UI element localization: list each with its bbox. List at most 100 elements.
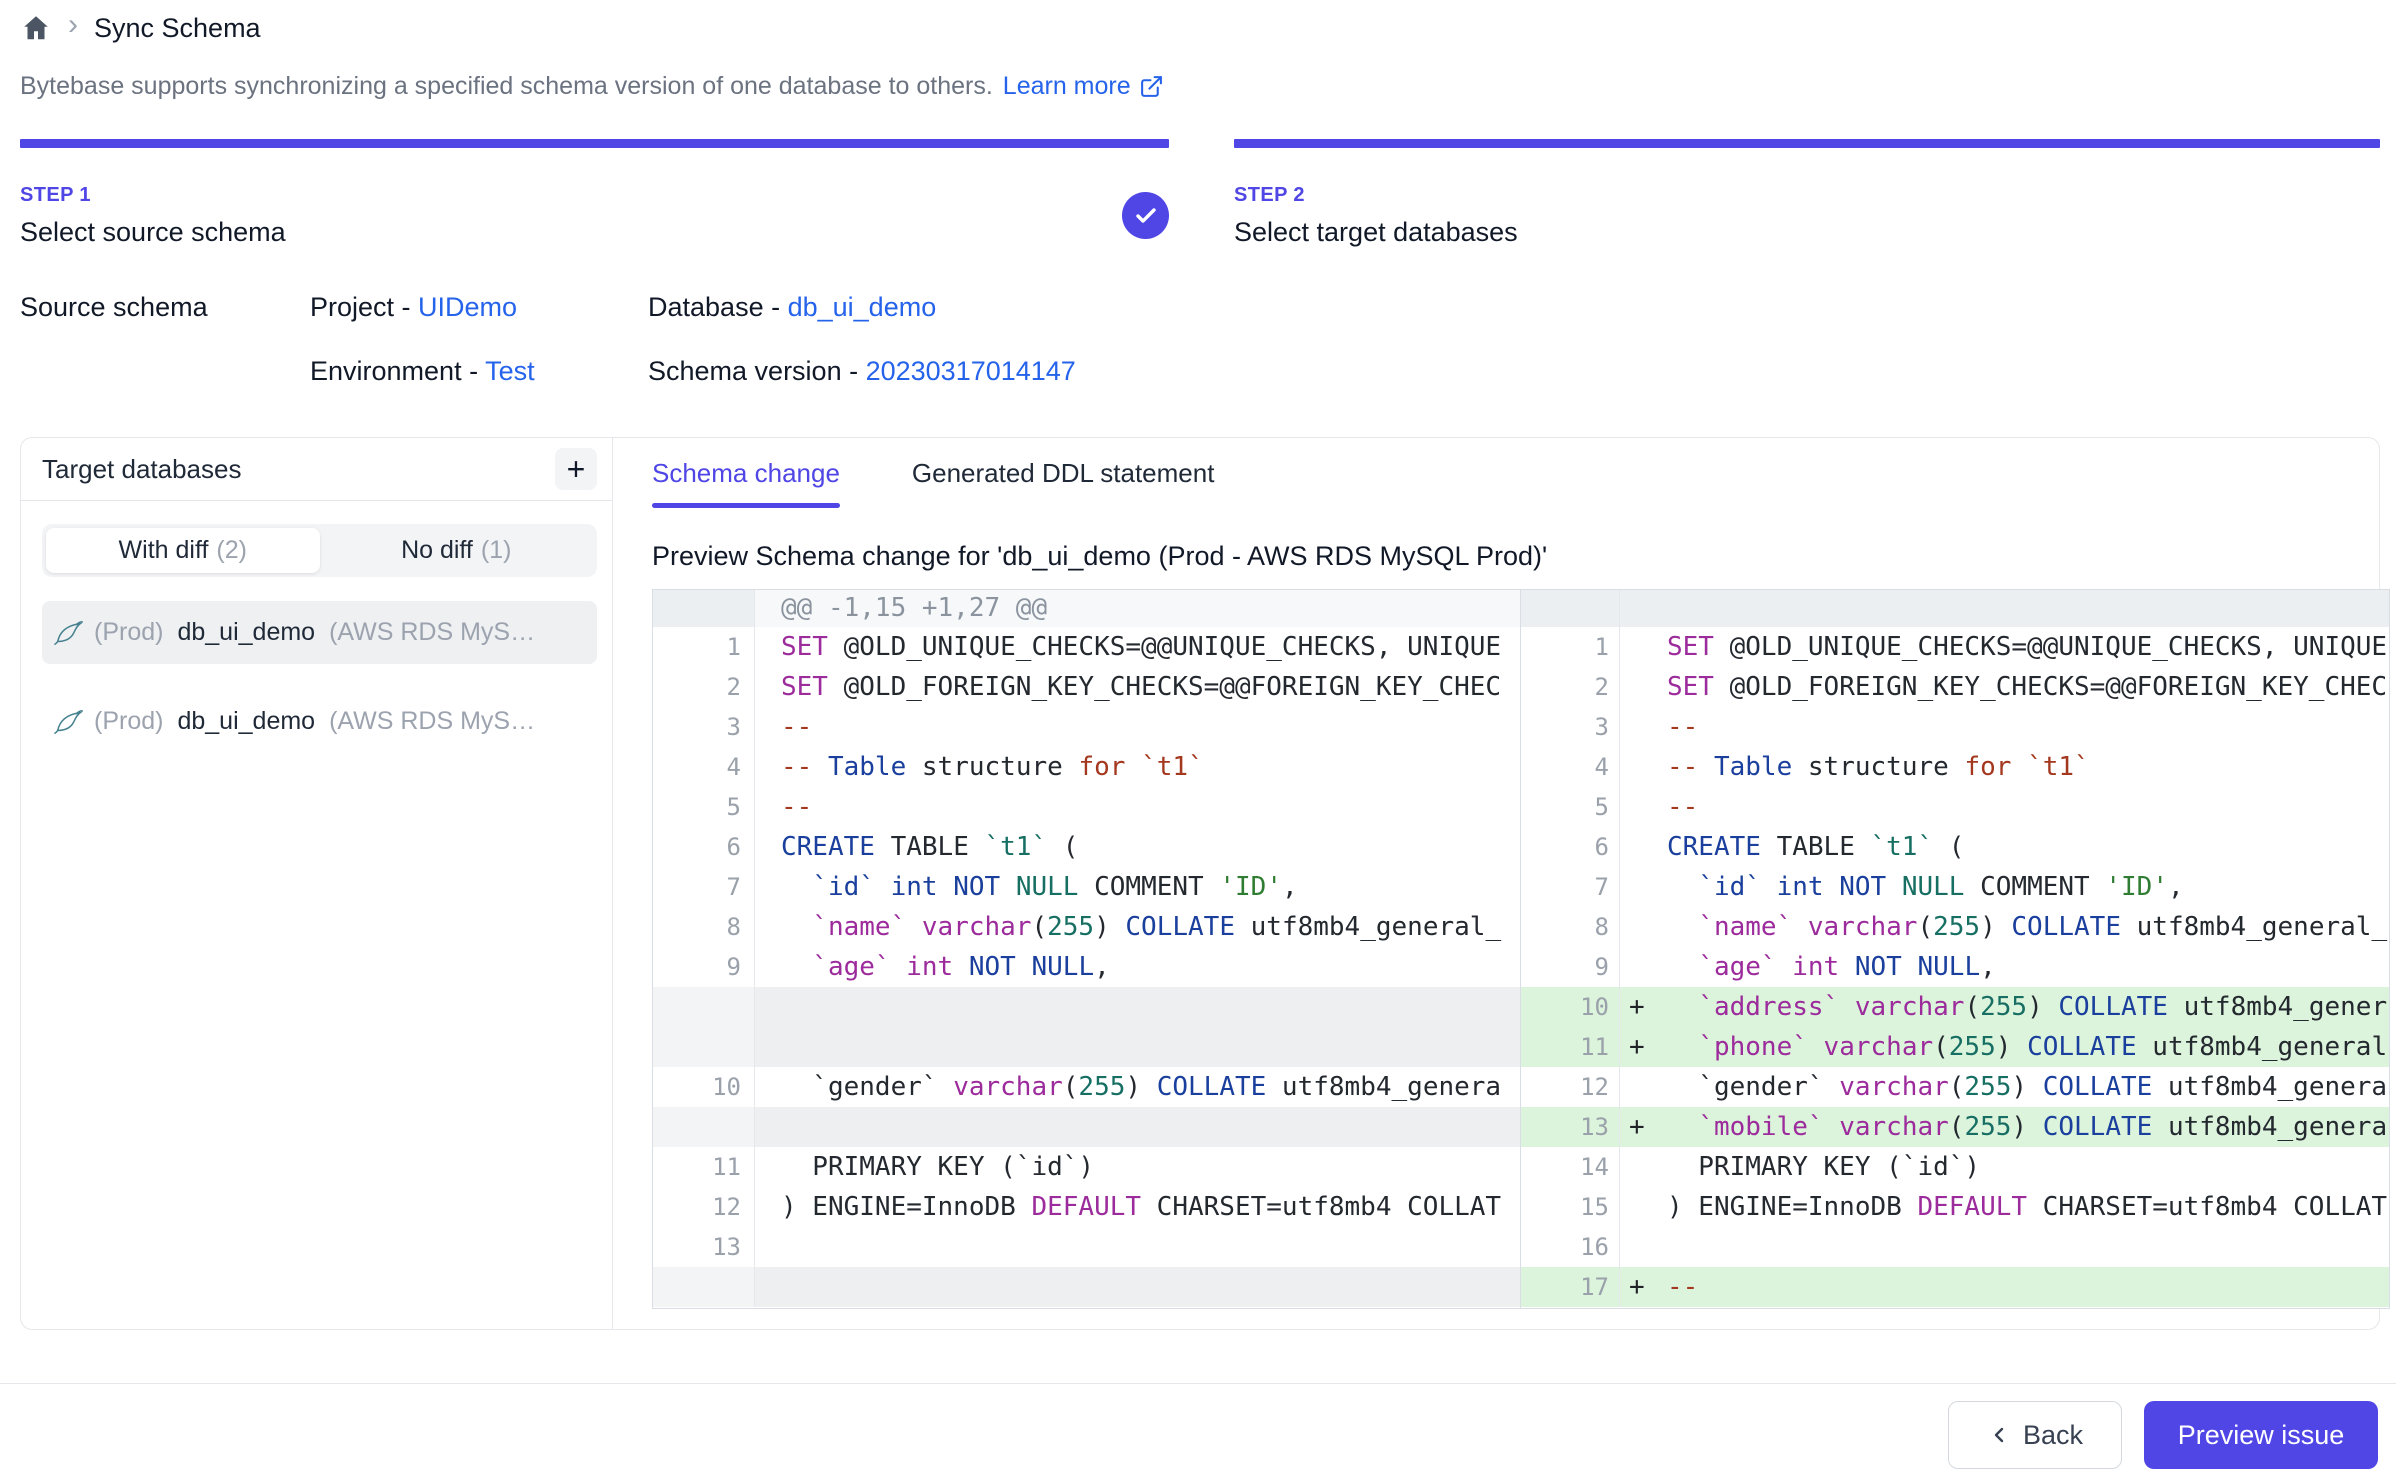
code-token: `t1` bbox=[1141, 752, 1204, 782]
learn-more-link[interactable]: Learn more bbox=[1003, 72, 1164, 101]
toggle-label: No diff bbox=[401, 536, 473, 565]
step1-completed-check-icon bbox=[1122, 192, 1169, 239]
line-number: 13 bbox=[1521, 1107, 1620, 1147]
field-separator: - bbox=[402, 292, 419, 322]
target-database-item[interactable]: (Prod) db_ui_demo (AWS RDS MyS… bbox=[42, 601, 597, 664]
tab-schema-change[interactable]: Schema change bbox=[652, 438, 840, 508]
code-token: ) ENGINE=InnoDB bbox=[781, 1192, 1031, 1222]
code-line: -- bbox=[1662, 1267, 2389, 1307]
code-token: TABLE bbox=[1761, 832, 1871, 862]
diff-marker: + bbox=[1620, 1027, 1662, 1067]
code-line bbox=[1662, 1227, 2389, 1267]
code-token: @OLD_UNIQUE_CHECKS=@@UNIQUE_CHECKS, UNIQ… bbox=[1714, 632, 2387, 662]
code-token: @OLD_FOREIGN_KEY_CHECKS=@@FOREIGN_KEY_CH… bbox=[1714, 672, 2387, 702]
code-line: ) ENGINE=InnoDB DEFAULT CHARSET=utf8mb4 … bbox=[1662, 1187, 2389, 1227]
diff-filter-with-diff[interactable]: With diff(2) bbox=[46, 528, 320, 573]
diff-code-row: 1SET @OLD_UNIQUE_CHECKS=@@UNIQUE_CHECKS,… bbox=[653, 627, 1520, 667]
code-token: 255 bbox=[1047, 912, 1094, 942]
tab-generated-ddl-statement[interactable]: Generated DDL statement bbox=[912, 438, 1215, 508]
db-name: db_ui_demo bbox=[177, 618, 315, 647]
code-token: COLLATE bbox=[2043, 1072, 2153, 1102]
code-token: utf8mb4_genera bbox=[2152, 1072, 2387, 1102]
line-number: 10 bbox=[1521, 987, 1620, 1027]
code-token: ( bbox=[1949, 1072, 1965, 1102]
code-token: utf8mb4_gener bbox=[2168, 992, 2387, 1022]
diff-marker bbox=[1620, 867, 1662, 907]
code-token: SET bbox=[781, 632, 828, 662]
schema-diff-view: @@ -1,15 +1,27 @@1SET @OLD_UNIQUE_CHECKS… bbox=[652, 589, 2390, 1309]
db-environment: (Prod) bbox=[94, 707, 163, 736]
diff-marker bbox=[1620, 947, 1662, 987]
code-token: `age` bbox=[1698, 952, 1776, 982]
code-token: varchar bbox=[922, 912, 1032, 942]
line-number: 6 bbox=[1521, 827, 1620, 867]
code-line bbox=[755, 1107, 1520, 1147]
line-number: 9 bbox=[1521, 947, 1620, 987]
db-name: db_ui_demo bbox=[177, 707, 315, 736]
code-token: `t1` bbox=[985, 832, 1048, 862]
line-number: 7 bbox=[653, 867, 755, 907]
code-token: 'ID' bbox=[1219, 872, 1282, 902]
code-token: ) bbox=[2011, 1112, 2042, 1142]
code-line: -- bbox=[1662, 707, 2389, 747]
code-token: ( bbox=[1031, 912, 1047, 942]
line-number: 5 bbox=[1521, 787, 1620, 827]
code-token: `gender` bbox=[781, 1072, 953, 1102]
code-token bbox=[1808, 1032, 1824, 1062]
diff-code-row: 14 PRIMARY KEY (`id`) bbox=[1521, 1147, 2389, 1187]
mysql-dolphin-icon bbox=[54, 707, 84, 737]
diff-placeholder-row bbox=[653, 1267, 1520, 1307]
code-line: `name` varchar(255) COLLATE utf8mb4_gene… bbox=[755, 907, 1520, 947]
diff-code-row: 5-- bbox=[1521, 787, 2389, 827]
step1-title: Select source schema bbox=[20, 217, 286, 248]
field-value-link[interactable]: Test bbox=[485, 356, 535, 386]
db-instance: (AWS RDS MyS… bbox=[329, 618, 535, 647]
code-line: CREATE TABLE `t1` ( bbox=[755, 827, 1520, 867]
db-environment: (Prod) bbox=[94, 618, 163, 647]
code-token: ( bbox=[1917, 912, 1933, 942]
code-token bbox=[891, 952, 907, 982]
diff-marker bbox=[1620, 907, 1662, 947]
target-databases-header: Target databases + bbox=[21, 438, 612, 501]
toggle-count: (1) bbox=[481, 536, 512, 565]
diff-placeholder-row bbox=[1521, 590, 2389, 627]
code-token: -- bbox=[1667, 752, 1714, 782]
line-number: 4 bbox=[653, 747, 755, 787]
code-token: varchar bbox=[1824, 1032, 1934, 1062]
code-token: COLLATE bbox=[2043, 1112, 2153, 1142]
diff-marker bbox=[1620, 1147, 1662, 1187]
code-token: 255 bbox=[1964, 1072, 2011, 1102]
line-number bbox=[653, 1267, 755, 1307]
diff-code-row: 7 `id` int NOT NULL COMMENT 'ID', bbox=[653, 867, 1520, 907]
code-token bbox=[1667, 952, 1698, 982]
field-value-link[interactable]: 20230317014147 bbox=[866, 356, 1076, 386]
code-line: PRIMARY KEY (`id`) bbox=[1662, 1147, 2389, 1187]
code-token: DEFAULT bbox=[1031, 1192, 1141, 1222]
code-token: , bbox=[1980, 952, 1996, 982]
code-token bbox=[1667, 992, 1698, 1022]
target-databases-panel: Target databases + With diff(2) No diff (1… bbox=[21, 438, 613, 1329]
field-name: Project bbox=[310, 292, 402, 322]
code-token bbox=[953, 952, 969, 982]
line-number bbox=[653, 987, 755, 1027]
add-target-database-button[interactable]: + bbox=[555, 448, 597, 490]
code-line: `gender` varchar(255) COLLATE utf8mb4_ge… bbox=[1662, 1067, 2389, 1107]
diff-filter-no-diff[interactable]: No diff (1) bbox=[320, 528, 594, 573]
code-line: @@ -1,15 +1,27 @@ bbox=[755, 590, 1520, 627]
code-token: ) ENGINE=InnoDB bbox=[1667, 1192, 1917, 1222]
code-token: -- bbox=[1667, 1272, 1698, 1302]
field-value-link[interactable]: UIDemo bbox=[418, 292, 517, 322]
code-token bbox=[938, 872, 954, 902]
source-schema-field: Project - UIDemo bbox=[310, 292, 517, 323]
toggle-label: With diff bbox=[119, 536, 209, 565]
code-token: COLLATE bbox=[2027, 1032, 2137, 1062]
code-line: -- Table structure for `t1` bbox=[1662, 747, 2389, 787]
diff-code-row: 6CREATE TABLE `t1` ( bbox=[653, 827, 1520, 867]
preview-issue-button[interactable]: Preview issue bbox=[2144, 1401, 2378, 1469]
home-icon[interactable] bbox=[20, 12, 52, 44]
code-token: int bbox=[1777, 872, 1824, 902]
code-token: ) bbox=[2027, 992, 2058, 1022]
target-database-item[interactable]: (Prod)db_ui_demo(AWS RDS MyS… bbox=[42, 690, 597, 753]
field-value-link[interactable]: db_ui_demo bbox=[788, 292, 937, 322]
back-button[interactable]: Back bbox=[1948, 1401, 2122, 1469]
